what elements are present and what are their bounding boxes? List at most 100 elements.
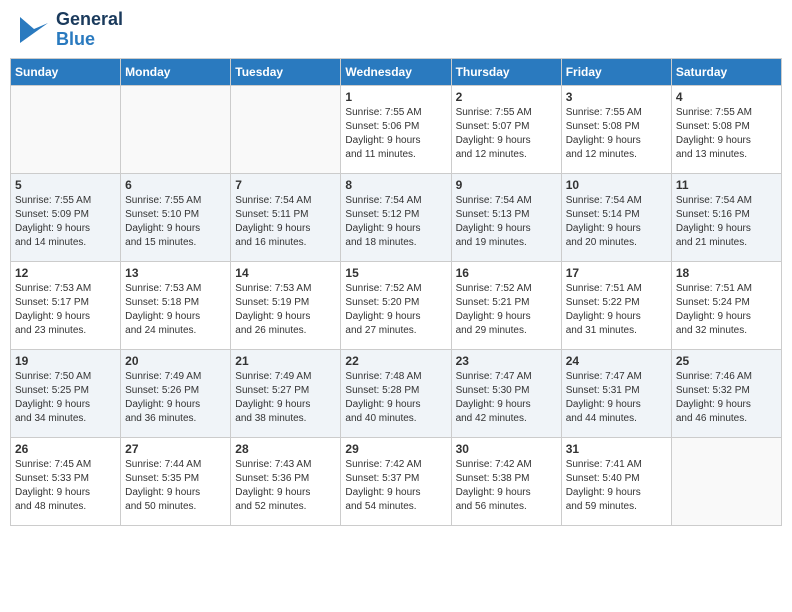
day-number: 13 bbox=[125, 266, 226, 280]
calendar-cell: 22Sunrise: 7:48 AM Sunset: 5:28 PM Dayli… bbox=[341, 349, 451, 437]
day-info: Sunrise: 7:55 AM Sunset: 5:10 PM Dayligh… bbox=[125, 194, 226, 250]
day-info: Sunrise: 7:44 AM Sunset: 5:35 PM Dayligh… bbox=[125, 458, 226, 514]
calendar-cell: 2Sunrise: 7:55 AM Sunset: 5:07 PM Daylig… bbox=[451, 85, 561, 173]
calendar-week-1: 1 Sunrise: 7:55 AM Sunset: 5:06 PM Daylig… bbox=[11, 85, 782, 173]
day-number: 12 bbox=[15, 266, 116, 280]
day-info: Sunrise: 7:53 AM Sunset: 5:18 PM Dayligh… bbox=[125, 282, 226, 338]
day-number: 31 bbox=[566, 442, 667, 456]
calendar-cell: 26 Sunrise: 7:45 AM Sunset: 5:33 PM Dayli… bbox=[11, 437, 121, 525]
day-info: Sunrise: 7:45 AM Sunset: 5:33 PM Dayligh… bbox=[15, 458, 116, 514]
day-info: Sunrise: 7:54 AM Sunset: 5:12 PM Dayligh… bbox=[345, 194, 446, 250]
day-number: 20 bbox=[125, 354, 226, 368]
calendar-week-2: 5 Sunrise: 7:55 AM Sunset: 5:09 PM Daylig… bbox=[11, 173, 782, 261]
calendar-cell: 16 Sunrise: 7:52 AM Sunset: 5:21 PM Dayli… bbox=[451, 261, 561, 349]
calendar-cell: 10 Sunrise: 7:54 AM Sunset: 5:14 PM Dayli… bbox=[561, 173, 671, 261]
page-header: General Blue bbox=[10, 10, 782, 50]
day-number: 9 bbox=[456, 178, 557, 192]
day-number: 10 bbox=[566, 178, 667, 192]
day-number: 30 bbox=[456, 442, 557, 456]
day-info: Sunrise: 7:51 AM Sunset: 5:22 PM Dayligh… bbox=[566, 282, 667, 338]
calendar-cell bbox=[11, 85, 121, 173]
day-info: Sunrise: 7:49 AM Sunset: 5:27 PM Dayligh… bbox=[235, 370, 336, 426]
day-number: 24 bbox=[566, 354, 667, 368]
day-info: Sunrise: 7:49 AM Sunset: 5:26 PM Dayligh… bbox=[125, 370, 226, 426]
day-number: 18 bbox=[676, 266, 777, 280]
day-number: 16 bbox=[456, 266, 557, 280]
day-number: 23 bbox=[456, 354, 557, 368]
calendar-cell: 4Sunrise: 7:55 AM Sunset: 5:08 PM Daylig… bbox=[671, 85, 781, 173]
day-number: 5 bbox=[15, 178, 116, 192]
day-info: Sunrise: 7:52 AM Sunset: 5:21 PM Dayligh… bbox=[456, 282, 557, 338]
calendar-week-5: 26 Sunrise: 7:45 AM Sunset: 5:33 PM Dayli… bbox=[11, 437, 782, 525]
calendar-cell: 28 Sunrise: 7:43 AM Sunset: 5:36 PM Dayli… bbox=[231, 437, 341, 525]
day-number: 6 bbox=[125, 178, 226, 192]
calendar-cell bbox=[231, 85, 341, 173]
calendar-cell: 11 Sunrise: 7:54 AM Sunset: 5:16 PM Dayli… bbox=[671, 173, 781, 261]
day-info: Sunrise: 7:46 AM Sunset: 5:32 PM Dayligh… bbox=[676, 370, 777, 426]
calendar-cell: 5 Sunrise: 7:55 AM Sunset: 5:09 PM Daylig… bbox=[11, 173, 121, 261]
day-number: 1 bbox=[345, 90, 446, 104]
calendar-cell: 14 Sunrise: 7:53 AM Sunset: 5:19 PM Dayli… bbox=[231, 261, 341, 349]
calendar-cell: 25 Sunrise: 7:46 AM Sunset: 5:32 PM Dayli… bbox=[671, 349, 781, 437]
calendar-cell bbox=[121, 85, 231, 173]
calendar-table: SundayMondayTuesdayWednesdayThursdayFrid… bbox=[10, 58, 782, 526]
day-info: Sunrise: 7:47 AM Sunset: 5:30 PM Dayligh… bbox=[456, 370, 557, 426]
day-info: Sunrise: 7:53 AM Sunset: 5:17 PM Dayligh… bbox=[15, 282, 116, 338]
calendar-cell bbox=[671, 437, 781, 525]
day-header-tuesday: Tuesday bbox=[231, 58, 341, 85]
day-number: 25 bbox=[676, 354, 777, 368]
calendar-cell: 12 Sunrise: 7:53 AM Sunset: 5:17 PM Dayli… bbox=[11, 261, 121, 349]
day-info: Sunrise: 7:48 AM Sunset: 5:28 PM Dayligh… bbox=[345, 370, 446, 426]
day-info: Sunrise: 7:54 AM Sunset: 5:14 PM Dayligh… bbox=[566, 194, 667, 250]
day-number: 28 bbox=[235, 442, 336, 456]
day-header-thursday: Thursday bbox=[451, 58, 561, 85]
calendar-cell: 24 Sunrise: 7:47 AM Sunset: 5:31 PM Dayli… bbox=[561, 349, 671, 437]
calendar-week-4: 19 Sunrise: 7:50 AM Sunset: 5:25 PM Dayli… bbox=[11, 349, 782, 437]
calendar-cell: 21Sunrise: 7:49 AM Sunset: 5:27 PM Dayli… bbox=[231, 349, 341, 437]
day-info: Sunrise: 7:54 AM Sunset: 5:13 PM Dayligh… bbox=[456, 194, 557, 250]
day-info: Sunrise: 7:54 AM Sunset: 5:16 PM Dayligh… bbox=[676, 194, 777, 250]
day-info: Sunrise: 7:42 AM Sunset: 5:38 PM Dayligh… bbox=[456, 458, 557, 514]
day-number: 14 bbox=[235, 266, 336, 280]
calendar-week-3: 12 Sunrise: 7:53 AM Sunset: 5:17 PM Dayli… bbox=[11, 261, 782, 349]
calendar-cell: 15Sunrise: 7:52 AM Sunset: 5:20 PM Dayli… bbox=[341, 261, 451, 349]
calendar-cell: 17Sunrise: 7:51 AM Sunset: 5:22 PM Dayli… bbox=[561, 261, 671, 349]
day-header-monday: Monday bbox=[121, 58, 231, 85]
logo-text: General Blue bbox=[56, 10, 123, 50]
day-number: 29 bbox=[345, 442, 446, 456]
day-info: Sunrise: 7:55 AM Sunset: 5:09 PM Dayligh… bbox=[15, 194, 116, 250]
calendar-cell: 7 Sunrise: 7:54 AM Sunset: 5:11 PM Daylig… bbox=[231, 173, 341, 261]
day-number: 8 bbox=[345, 178, 446, 192]
day-info: Sunrise: 7:47 AM Sunset: 5:31 PM Dayligh… bbox=[566, 370, 667, 426]
day-info: Sunrise: 7:55 AM Sunset: 5:08 PM Dayligh… bbox=[566, 106, 667, 162]
day-number: 26 bbox=[15, 442, 116, 456]
calendar-cell: 13 Sunrise: 7:53 AM Sunset: 5:18 PM Dayli… bbox=[121, 261, 231, 349]
day-info: Sunrise: 7:43 AM Sunset: 5:36 PM Dayligh… bbox=[235, 458, 336, 514]
day-number: 15 bbox=[345, 266, 446, 280]
calendar-cell: 31 Sunrise: 7:41 AM Sunset: 5:40 PM Dayli… bbox=[561, 437, 671, 525]
day-number: 3 bbox=[566, 90, 667, 104]
day-info: Sunrise: 7:54 AM Sunset: 5:11 PM Dayligh… bbox=[235, 194, 336, 250]
calendar-cell: 3 Sunrise: 7:55 AM Sunset: 5:08 PM Daylig… bbox=[561, 85, 671, 173]
day-info: Sunrise: 7:42 AM Sunset: 5:37 PM Dayligh… bbox=[345, 458, 446, 514]
logo: General Blue bbox=[14, 10, 123, 50]
day-info: Sunrise: 7:50 AM Sunset: 5:25 PM Dayligh… bbox=[15, 370, 116, 426]
day-header-wednesday: Wednesday bbox=[341, 58, 451, 85]
calendar-cell: 8 Sunrise: 7:54 AM Sunset: 5:12 PM Daylig… bbox=[341, 173, 451, 261]
day-header-sunday: Sunday bbox=[11, 58, 121, 85]
day-info: Sunrise: 7:55 AM Sunset: 5:06 PM Dayligh… bbox=[345, 106, 446, 162]
day-info: Sunrise: 7:53 AM Sunset: 5:19 PM Dayligh… bbox=[235, 282, 336, 338]
calendar-cell: 29 Sunrise: 7:42 AM Sunset: 5:37 PM Dayli… bbox=[341, 437, 451, 525]
calendar-header: SundayMondayTuesdayWednesdayThursdayFrid… bbox=[11, 58, 782, 85]
calendar-cell: 1 Sunrise: 7:55 AM Sunset: 5:06 PM Daylig… bbox=[341, 85, 451, 173]
day-info: Sunrise: 7:55 AM Sunset: 5:07 PM Dayligh… bbox=[456, 106, 557, 162]
day-header-friday: Friday bbox=[561, 58, 671, 85]
day-number: 19 bbox=[15, 354, 116, 368]
calendar-cell: 19 Sunrise: 7:50 AM Sunset: 5:25 PM Dayli… bbox=[11, 349, 121, 437]
day-header-saturday: Saturday bbox=[671, 58, 781, 85]
calendar-cell: 23 Sunrise: 7:47 AM Sunset: 5:30 PM Dayli… bbox=[451, 349, 561, 437]
day-number: 7 bbox=[235, 178, 336, 192]
day-info: Sunrise: 7:41 AM Sunset: 5:40 PM Dayligh… bbox=[566, 458, 667, 514]
day-number: 11 bbox=[676, 178, 777, 192]
calendar-cell: 18Sunrise: 7:51 AM Sunset: 5:24 PM Dayli… bbox=[671, 261, 781, 349]
